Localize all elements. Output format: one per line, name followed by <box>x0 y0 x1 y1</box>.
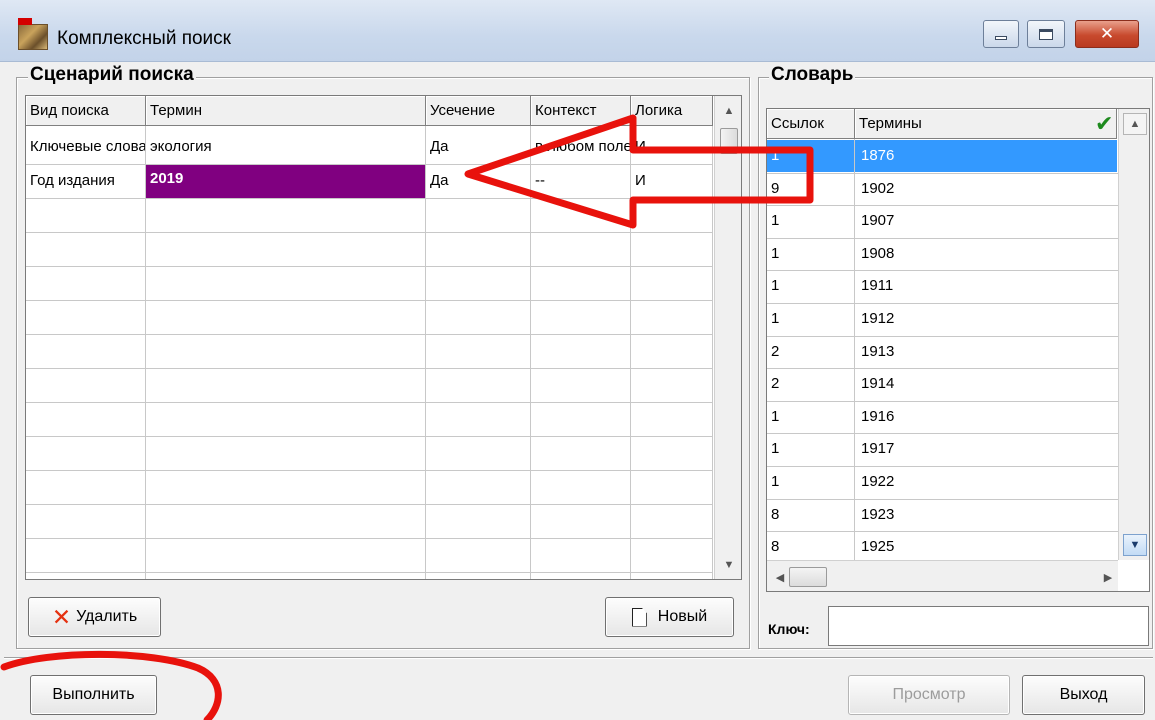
dictionary-term[interactable]: 1916 <box>855 408 1115 425</box>
scenario-scrollbar[interactable]: ▲ ▼ <box>714 96 741 579</box>
close-icon: ✕ <box>1099 24 1115 43</box>
dictionary-ref-count[interactable]: 2 <box>767 343 853 360</box>
table-cell[interactable]: в любом поле <box>531 138 630 155</box>
dictionary-ref-count[interactable]: 1 <box>767 408 853 425</box>
maximize-icon <box>1039 28 1053 40</box>
selected-term-cell[interactable]: 2019 <box>146 165 425 198</box>
dictionary-group-title: Словарь <box>769 64 856 86</box>
dictionary-ref-count[interactable]: 1 <box>767 147 853 164</box>
dictionary-grid: Ссылок Термины ✔ 1 1876 9 1902 1 1907 1 1908 1 19… <box>766 108 1150 592</box>
dictionary-horizontal-scrollbar[interactable]: ◀ ▶ <box>767 560 1118 591</box>
dictionary-term[interactable]: 1925 <box>855 538 1115 555</box>
column-header-search-type[interactable]: Вид поиска <box>26 96 146 126</box>
dictionary-ref-count[interactable]: 1 <box>767 310 853 327</box>
delete-button[interactable]: ✕ Удалить <box>28 597 161 637</box>
table-cell[interactable]: Ключевые слова <box>26 138 145 155</box>
scenario-grid: Вид поиска Термин Усечение Контекст Логи… <box>25 95 742 580</box>
dictionary-term[interactable]: 1917 <box>855 440 1115 457</box>
scroll-left-icon[interactable]: ◀ <box>773 568 787 586</box>
scenario-group-title: Сценарий поиска <box>28 64 196 86</box>
dictionary-term[interactable]: 1911 <box>855 277 1115 294</box>
dictionary-ref-count[interactable]: 1 <box>767 245 853 262</box>
dictionary-term[interactable]: 1908 <box>855 245 1115 262</box>
dictionary-ref-count[interactable]: 1 <box>767 277 853 294</box>
scroll-thumb[interactable] <box>720 128 738 154</box>
exit-button[interactable]: Выход <box>1022 675 1145 715</box>
new-button[interactable]: Новый <box>605 597 734 637</box>
footer-separator <box>4 657 1153 658</box>
column-header-context[interactable]: Контекст <box>531 96 631 126</box>
table-cell[interactable]: И <box>631 138 712 155</box>
view-button[interactable]: Просмотр <box>848 675 1010 715</box>
execute-button[interactable]: Выполнить <box>30 675 157 715</box>
table-cell[interactable]: экология <box>146 138 425 155</box>
table-cell[interactable]: И <box>631 172 712 189</box>
window-title: Комплексный поиск <box>57 28 231 49</box>
scroll-right-icon[interactable]: ▶ <box>1101 568 1115 586</box>
table-cell[interactable]: Год издания <box>26 172 145 189</box>
close-window-button[interactable]: ✕ <box>1075 20 1139 48</box>
dictionary-ref-count[interactable]: 2 <box>767 375 853 392</box>
scroll-up-icon[interactable]: ▲ <box>715 100 741 122</box>
dictionary-ref-count[interactable]: 1 <box>767 440 853 457</box>
key-label: Ключ: <box>768 621 810 637</box>
scroll-up-icon[interactable]: ▲ <box>1123 113 1147 135</box>
column-header-term[interactable]: Термин <box>146 96 426 126</box>
table-cell[interactable]: Да <box>426 138 530 155</box>
column-header-terms[interactable]: Термины <box>855 109 1117 139</box>
table-cell[interactable]: -- <box>531 172 630 189</box>
dictionary-ref-count[interactable]: 8 <box>767 538 853 555</box>
delete-x-icon: ✕ <box>51 603 72 630</box>
dictionary-term[interactable]: 1912 <box>855 310 1115 327</box>
execute-button-label: Выполнить <box>52 686 135 703</box>
scroll-down-icon[interactable]: ▼ <box>1123 534 1147 556</box>
new-document-icon <box>631 607 647 627</box>
dictionary-term[interactable]: 1902 <box>855 180 1115 197</box>
horizontal-scroll-thumb[interactable] <box>789 567 827 587</box>
dictionary-term[interactable]: 1923 <box>855 506 1115 523</box>
title-bar: Комплексный поиск ✕ <box>0 0 1155 62</box>
dictionary-ref-count[interactable]: 1 <box>767 473 853 490</box>
column-header-truncation[interactable]: Усечение <box>426 96 531 126</box>
dictionary-ref-count[interactable]: 1 <box>767 212 853 229</box>
maximize-button[interactable] <box>1027 20 1065 48</box>
dictionary-term[interactable]: 1922 <box>855 473 1115 490</box>
view-button-label: Просмотр <box>892 686 966 703</box>
minimize-icon <box>995 36 1007 40</box>
dictionary-term[interactable]: 1913 <box>855 343 1115 360</box>
key-input[interactable] <box>828 606 1149 646</box>
dictionary-vertical-scrollbar[interactable]: ▲ ▼ <box>1118 109 1149 560</box>
dictionary-term[interactable]: 1914 <box>855 375 1115 392</box>
dictionary-ref-count[interactable]: 8 <box>767 506 853 523</box>
dictionary-ref-count[interactable]: 9 <box>767 180 853 197</box>
table-cell[interactable]: Да <box>426 172 530 189</box>
minimize-button[interactable] <box>983 20 1019 48</box>
column-header-logic[interactable]: Логика <box>631 96 713 126</box>
column-header-references[interactable]: Ссылок <box>767 109 855 139</box>
scroll-down-icon[interactable]: ▼ <box>715 554 741 576</box>
app-logo-icon <box>18 18 48 50</box>
new-button-label: Новый <box>657 608 708 625</box>
dictionary-term[interactable]: 1907 <box>855 212 1115 229</box>
exit-button-label: Выход <box>1059 686 1108 703</box>
checkmark-icon: ✔ <box>1095 111 1114 136</box>
delete-button-label: Удалить <box>76 608 138 625</box>
dictionary-term[interactable]: 1876 <box>855 147 1115 164</box>
